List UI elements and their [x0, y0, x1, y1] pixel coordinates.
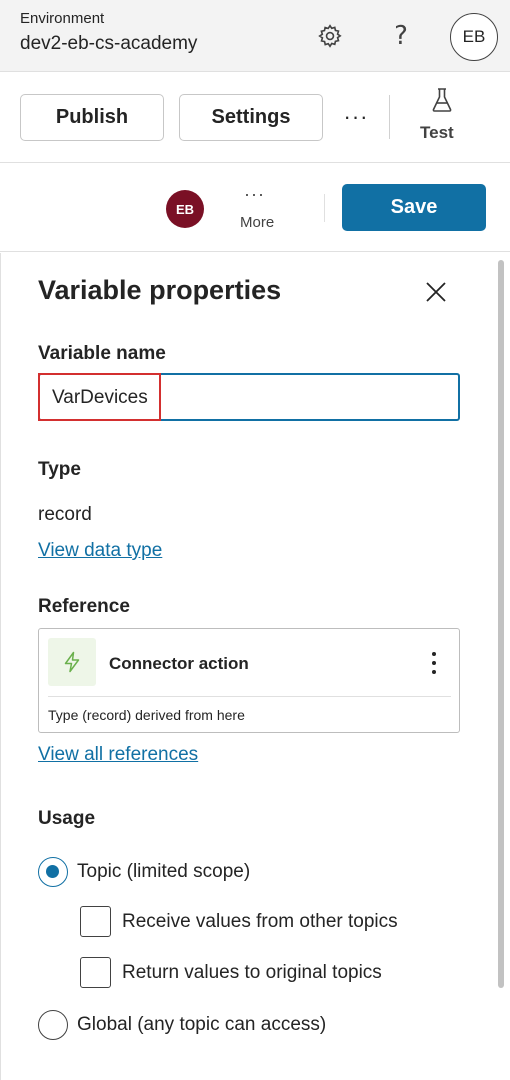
settings-button[interactable]: Settings — [179, 94, 323, 141]
more-icon[interactable]: ··· — [244, 184, 265, 205]
reference-label: Reference — [38, 596, 130, 617]
topic-scope-label[interactable]: Topic (limited scope) — [77, 861, 250, 883]
action-bar-divider — [324, 194, 325, 222]
receive-values-label[interactable]: Receive values from other topics — [122, 911, 398, 933]
view-all-references-link[interactable]: View all references — [38, 744, 198, 766]
type-value: record — [38, 504, 92, 525]
help-icon[interactable]: ? — [383, 18, 419, 54]
global-scope-label[interactable]: Global (any topic can access) — [77, 1014, 326, 1036]
more-button-label[interactable]: More — [240, 214, 274, 231]
environment-bar: Environment dev2-eb-cs-academy ? EB — [0, 0, 510, 72]
user-avatar[interactable]: EB — [450, 13, 498, 61]
toolbar: Publish Settings ··· Test — [0, 73, 510, 163]
type-label: Type — [38, 459, 81, 480]
save-button[interactable]: Save — [342, 184, 486, 231]
toolbar-divider — [389, 95, 390, 139]
close-icon[interactable] — [421, 277, 451, 307]
environment-name[interactable]: dev2-eb-cs-academy — [20, 33, 197, 55]
variable-name-input[interactable]: VarDevices — [38, 373, 460, 421]
return-values-label[interactable]: Return values to original topics — [122, 962, 382, 984]
panel-title: Variable properties — [38, 275, 282, 305]
test-button[interactable]: Test — [420, 123, 454, 143]
environment-label: Environment — [20, 10, 105, 27]
lightning-icon — [48, 638, 96, 686]
publish-button[interactable]: Publish — [20, 94, 164, 141]
beaker-icon[interactable] — [430, 87, 454, 113]
gear-icon[interactable] — [312, 18, 348, 54]
view-data-type-link[interactable]: View data type — [38, 540, 162, 562]
kebab-menu-icon[interactable] — [427, 649, 441, 677]
panel-scrollbar[interactable] — [498, 260, 504, 988]
topic-scope-radio[interactable] — [38, 857, 68, 887]
variable-name-value: VarDevices — [52, 387, 148, 408]
more-options-icon[interactable]: ··· — [338, 101, 374, 133]
reference-note: Type (record) derived from here — [48, 707, 245, 723]
action-bar: EB ··· More Save — [0, 164, 510, 252]
reference-card[interactable]: Connector action Type (record) derived f… — [38, 628, 460, 733]
reference-divider — [48, 696, 451, 697]
return-values-checkbox[interactable] — [80, 957, 111, 988]
usage-label: Usage — [38, 808, 96, 829]
collaborator-avatar[interactable]: EB — [166, 190, 204, 228]
receive-values-checkbox[interactable] — [80, 906, 111, 937]
variable-name-label: Variable name — [38, 343, 166, 364]
global-scope-radio[interactable] — [38, 1010, 68, 1040]
variable-properties-panel: Variable properties Variable name VarDev… — [0, 253, 510, 1080]
reference-title: Connector action — [109, 654, 249, 673]
